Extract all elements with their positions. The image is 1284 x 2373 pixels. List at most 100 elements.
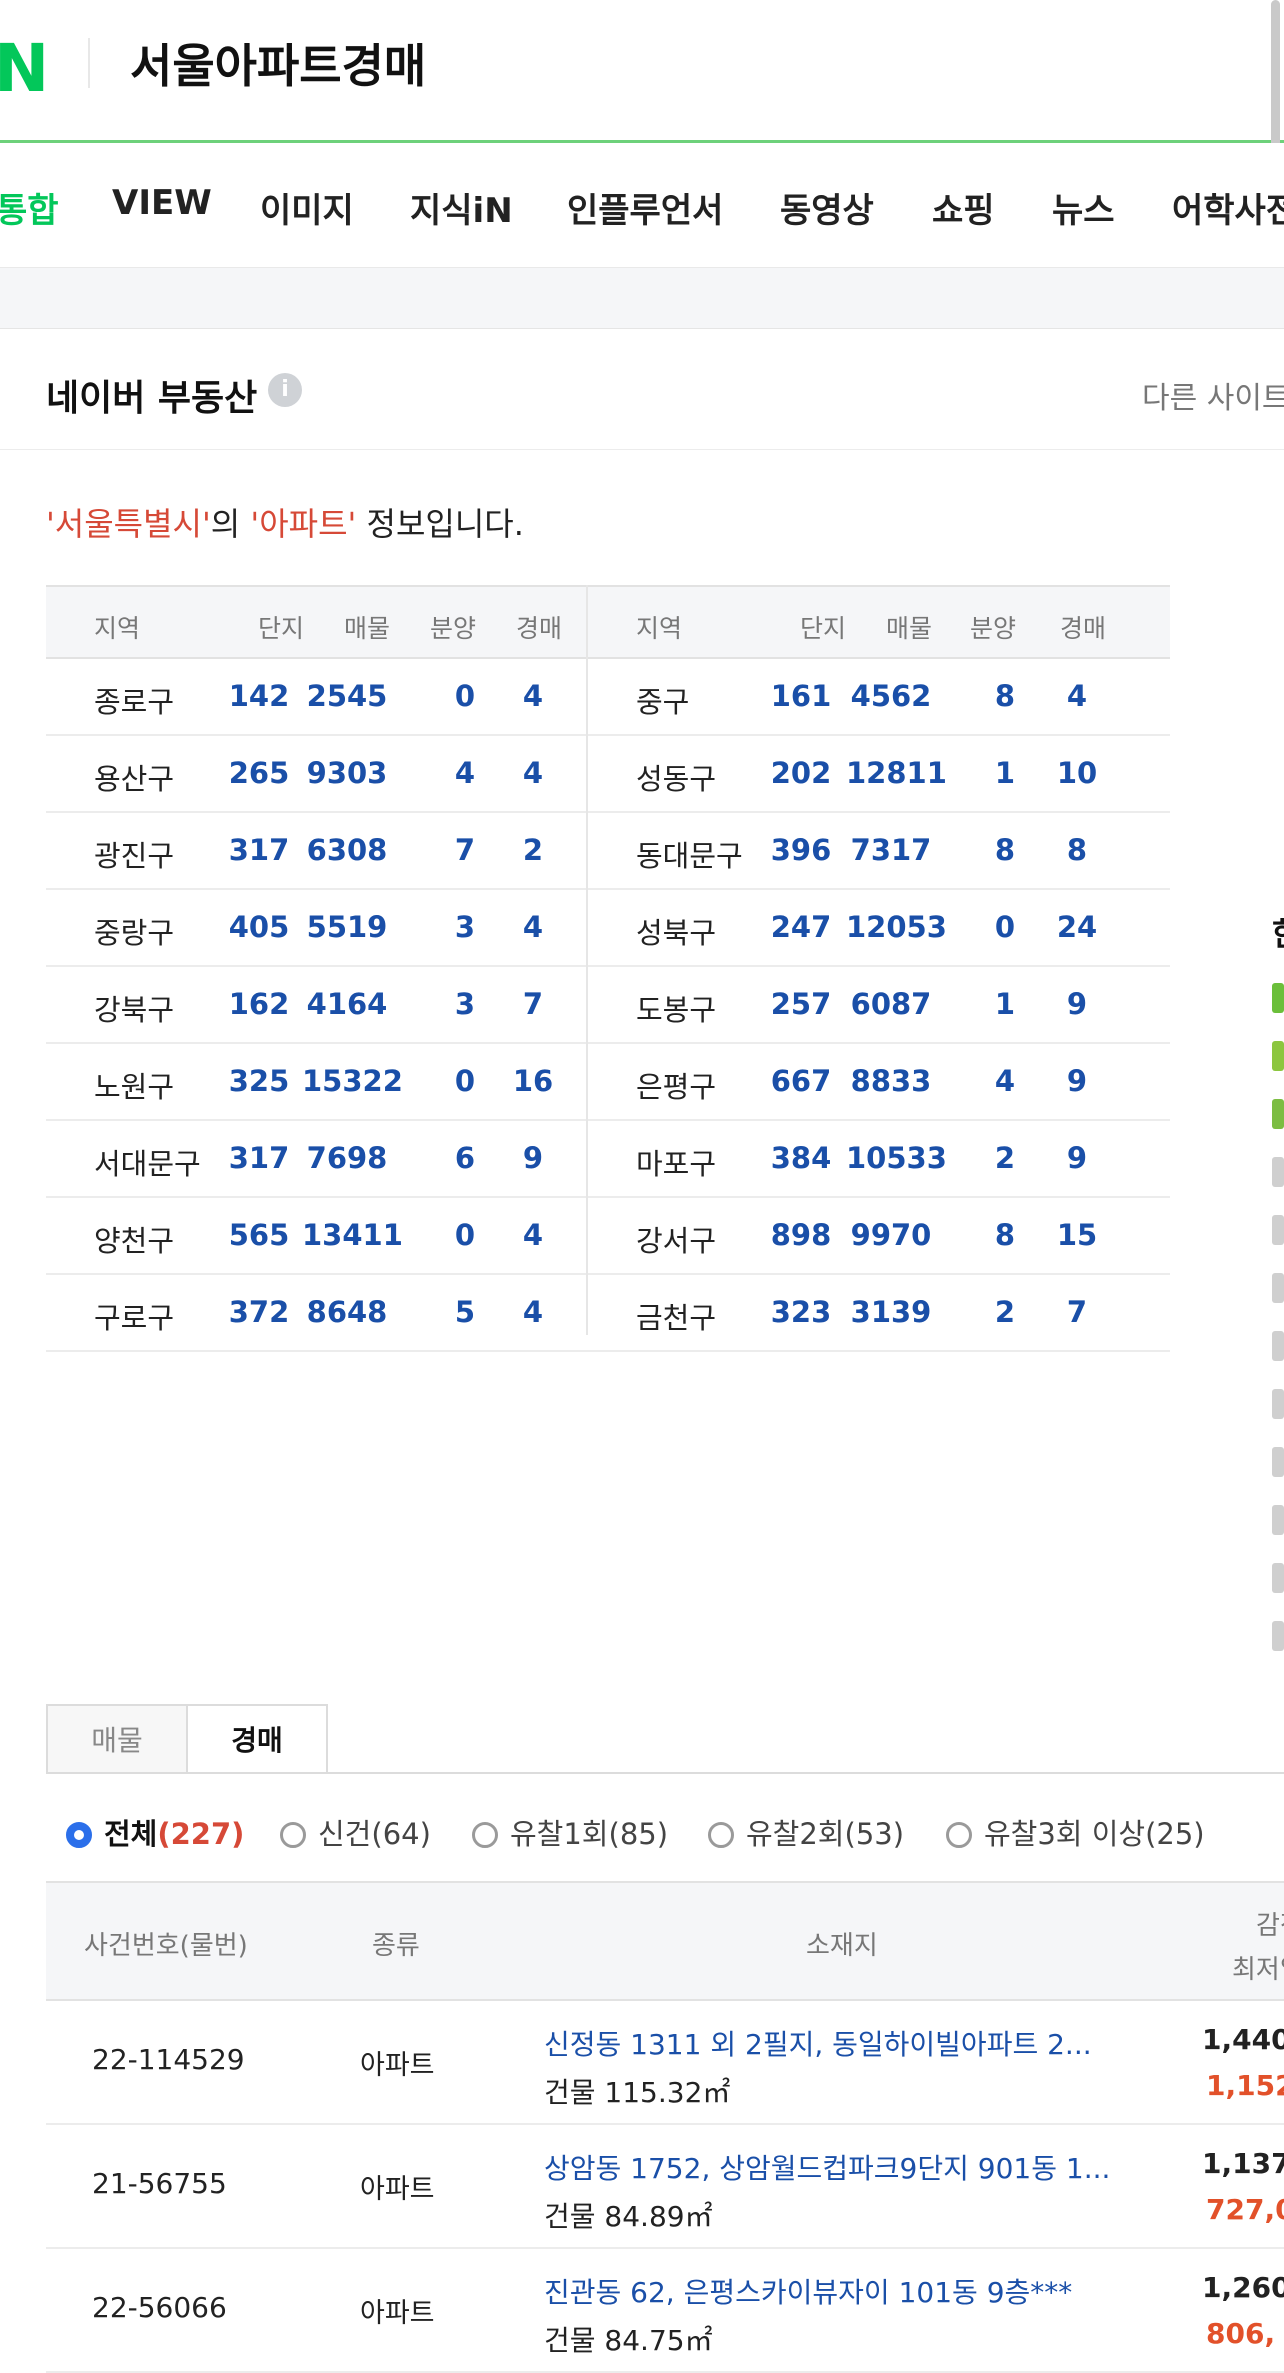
filter-all[interactable]: 전체(227) xyxy=(66,1811,244,1853)
sale-count-right[interactable]: 8 xyxy=(970,679,1040,713)
complex-count-left[interactable]: 405 xyxy=(224,910,294,944)
listing-count-left[interactable]: 7698 xyxy=(302,1141,392,1175)
address-link[interactable]: 진관동 62, 은평스카이뷰자이 101동 9층*** xyxy=(544,2271,1072,2311)
segment-tab-listing[interactable]: 매물 xyxy=(46,1704,188,1774)
other-sites-link[interactable]: 다른 사이트 xyxy=(1142,373,1284,417)
sale-count-left[interactable]: 0 xyxy=(430,1064,500,1098)
sale-count-right[interactable]: 1 xyxy=(970,987,1040,1021)
sale-count-right[interactable]: 0 xyxy=(970,910,1040,944)
complex-count-right[interactable]: 257 xyxy=(766,987,836,1021)
tab-knowledge[interactable]: 지식iN xyxy=(410,183,513,232)
sale-count-left[interactable]: 6 xyxy=(430,1141,500,1175)
info-icon[interactable]: i xyxy=(268,373,302,407)
listing-count-left[interactable]: 15322 xyxy=(302,1064,403,1098)
listing-count-right[interactable]: 9970 xyxy=(846,1218,936,1252)
naver-logo[interactable]: N xyxy=(0,30,49,107)
complex-count-left[interactable]: 265 xyxy=(224,756,294,790)
listing-count-left[interactable]: 4164 xyxy=(302,987,392,1021)
listing-count-right[interactable]: 6087 xyxy=(846,987,936,1021)
sale-count-left[interactable]: 4 xyxy=(430,756,500,790)
complex-count-left[interactable]: 142 xyxy=(224,679,294,713)
auction-count-left[interactable]: 4 xyxy=(498,910,568,944)
complex-count-right[interactable]: 323 xyxy=(766,1295,836,1329)
filter-failed-3plus[interactable]: 유찰3회 이상(25) xyxy=(946,1811,1205,1853)
auction-count-right[interactable]: 7 xyxy=(1042,1295,1112,1329)
listing-count-left[interactable]: 6308 xyxy=(302,833,392,867)
filter-failed-1[interactable]: 유찰1회(85) xyxy=(472,1811,668,1853)
auction-count-right[interactable]: 24 xyxy=(1042,910,1112,944)
sale-count-left[interactable]: 7 xyxy=(430,833,500,867)
listing-count-right[interactable]: 8833 xyxy=(846,1064,936,1098)
complex-count-left[interactable]: 565 xyxy=(224,1218,294,1252)
sale-count-right[interactable]: 2 xyxy=(970,1141,1040,1175)
auction-count-right[interactable]: 9 xyxy=(1042,1064,1112,1098)
sale-count-left[interactable]: 5 xyxy=(430,1295,500,1329)
complex-count-left[interactable]: 162 xyxy=(224,987,294,1021)
listing-count-left[interactable]: 9303 xyxy=(302,756,392,790)
listing-count-right[interactable]: 7317 xyxy=(846,833,936,867)
tab-view[interactable]: VIEW xyxy=(112,183,212,223)
auction-count-right[interactable]: 10 xyxy=(1042,756,1112,790)
listing-count-left[interactable]: 2545 xyxy=(302,679,392,713)
sale-count-right[interactable]: 8 xyxy=(970,1218,1040,1252)
tab-video[interactable]: 동영상 xyxy=(780,183,874,232)
complex-count-left[interactable]: 317 xyxy=(224,833,294,867)
sale-count-left[interactable]: 3 xyxy=(430,987,500,1021)
sale-count-left[interactable]: 0 xyxy=(430,1218,500,1252)
complex-count-right[interactable]: 396 xyxy=(766,833,836,867)
auction-count-left[interactable]: 16 xyxy=(498,1064,568,1098)
filter-all-count: (227) xyxy=(157,1817,245,1851)
listing-count-right[interactable]: 12053 xyxy=(846,910,947,944)
sale-count-right[interactable]: 4 xyxy=(970,1064,1040,1098)
tab-all[interactable]: 통합 xyxy=(0,183,59,232)
auction-count-left[interactable]: 7 xyxy=(498,987,568,1021)
complex-count-left[interactable]: 372 xyxy=(224,1295,294,1329)
sale-count-left[interactable]: 0 xyxy=(430,679,500,713)
complex-count-right[interactable]: 161 xyxy=(766,679,836,713)
listing-count-left[interactable]: 5519 xyxy=(302,910,392,944)
sale-count-right[interactable]: 2 xyxy=(970,1295,1040,1329)
auction-count-right[interactable]: 9 xyxy=(1042,1141,1112,1175)
tab-dictionary[interactable]: 어학사전 xyxy=(1172,183,1284,232)
listing-count-left[interactable]: 13411 xyxy=(302,1218,403,1252)
auction-count-left[interactable]: 4 xyxy=(498,1218,568,1252)
tab-shopping[interactable]: 쇼핑 xyxy=(932,183,995,232)
sale-count-right[interactable]: 8 xyxy=(970,833,1040,867)
auction-count-left[interactable]: 9 xyxy=(498,1141,568,1175)
auction-count-right[interactable]: 8 xyxy=(1042,833,1112,867)
address-link[interactable]: 신정동 1311 외 2필지, 동일하이빌아파트 2... xyxy=(544,2023,1092,2063)
complex-count-left[interactable]: 317 xyxy=(224,1141,294,1175)
listing-count-right[interactable]: 12811 xyxy=(846,756,947,790)
complex-count-left[interactable]: 325 xyxy=(224,1064,294,1098)
auction-count-right[interactable]: 9 xyxy=(1042,987,1112,1021)
auction-row[interactable]: 22-56066 아파트 진관동 62, 은평스카이뷰자이 101동 9층*** 건물… xyxy=(46,2249,1284,2373)
segment-tab-auction[interactable]: 경매 xyxy=(186,1704,328,1774)
auction-count-left[interactable]: 4 xyxy=(498,679,568,713)
sale-count-left[interactable]: 3 xyxy=(430,910,500,944)
auction-count-right[interactable]: 4 xyxy=(1042,679,1112,713)
listing-count-left[interactable]: 8648 xyxy=(302,1295,392,1329)
listing-count-right[interactable]: 3139 xyxy=(846,1295,936,1329)
complex-count-right[interactable]: 202 xyxy=(766,756,836,790)
complex-count-right[interactable]: 898 xyxy=(766,1218,836,1252)
listing-count-right[interactable]: 4562 xyxy=(846,679,936,713)
filter-new[interactable]: 신건(64) xyxy=(280,1811,431,1853)
auction-count-right[interactable]: 15 xyxy=(1042,1218,1112,1252)
intro-tail: 정보입니다. xyxy=(356,505,524,543)
auction-count-left[interactable]: 2 xyxy=(498,833,568,867)
tab-influencer[interactable]: 인플루언서 xyxy=(567,183,723,232)
search-query[interactable]: 서울아파트경매 xyxy=(130,30,426,96)
auction-count-left[interactable]: 4 xyxy=(498,1295,568,1329)
auction-row[interactable]: 22-114529 아파트 신정동 1311 외 2필지, 동일하이빌아파트 2..… xyxy=(46,2001,1284,2125)
tab-images[interactable]: 이미지 xyxy=(260,183,354,232)
filter-failed-2[interactable]: 유찰2회(53) xyxy=(708,1811,904,1853)
sale-count-right[interactable]: 1 xyxy=(970,756,1040,790)
auction-row[interactable]: 21-56755 아파트 상암동 1752, 상암월드컵파크9단지 901동 1..… xyxy=(46,2125,1284,2249)
complex-count-right[interactable]: 384 xyxy=(766,1141,836,1175)
complex-count-right[interactable]: 247 xyxy=(766,910,836,944)
auction-count-left[interactable]: 4 xyxy=(498,756,568,790)
listing-count-right[interactable]: 10533 xyxy=(846,1141,947,1175)
tab-news[interactable]: 뉴스 xyxy=(1052,183,1115,232)
address-link[interactable]: 상암동 1752, 상암월드컵파크9단지 901동 1... xyxy=(544,2147,1110,2187)
complex-count-right[interactable]: 667 xyxy=(766,1064,836,1098)
